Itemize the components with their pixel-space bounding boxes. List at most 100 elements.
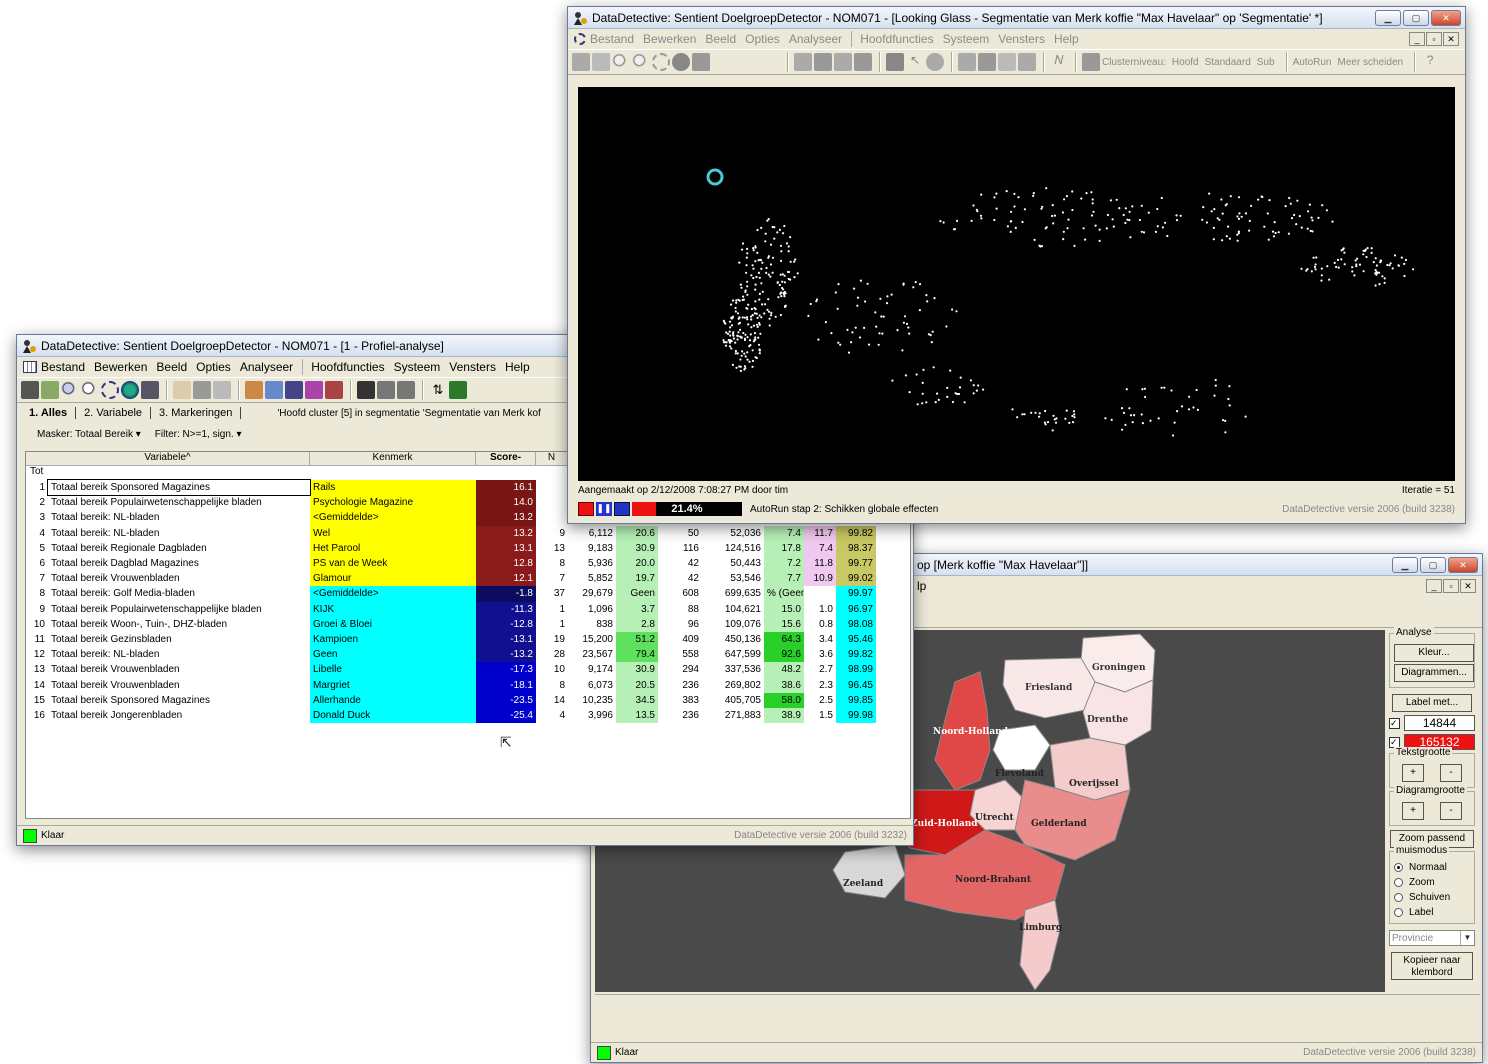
target-icon[interactable] <box>101 381 119 399</box>
table-row[interactable]: 15 Totaal bereik Sponsored Magazines Aller… <box>26 692 910 708</box>
value-field-1[interactable]: 14844 <box>1404 715 1475 731</box>
label-met-button[interactable]: Label met... <box>1392 694 1472 712</box>
mdi-close-button[interactable]: ✕ <box>1460 579 1476 593</box>
menu-hoofdfuncties[interactable]: Hoofdfuncties <box>860 32 933 46</box>
mdi-restore-button[interactable]: ▫ <box>1443 579 1459 593</box>
maximize-button[interactable]: ▢ <box>1403 9 1429 26</box>
export-icon[interactable] <box>41 381 59 399</box>
stop-button[interactable] <box>578 502 594 516</box>
table-row[interactable]: 14 Totaal bereik Vrouwenbladen Margriet -18… <box>26 677 910 693</box>
text-size-plus-button[interactable]: + <box>1402 764 1424 782</box>
mdi-close-button[interactable]: ✕ <box>1443 32 1459 46</box>
menu-beeld[interactable]: Beeld <box>156 360 187 374</box>
tab-variabele[interactable]: 2. Variabele <box>84 407 152 419</box>
mode-label-radio[interactable]: Label <box>1394 905 1470 920</box>
print-icon[interactable] <box>572 53 590 71</box>
cluster-icon[interactable] <box>1082 53 1100 71</box>
search-icon[interactable] <box>612 53 630 71</box>
header-n[interactable]: N <box>536 452 568 465</box>
tool-icon-c[interactable] <box>834 53 852 71</box>
filter-icon-1[interactable] <box>377 381 395 399</box>
table-row[interactable]: 16 Totaal bereik Jongerenbladen Donald Duc… <box>26 707 910 723</box>
tool-icon-5[interactable] <box>325 381 343 399</box>
close-button[interactable]: ✕ <box>1431 9 1461 26</box>
tool-icon-e[interactable] <box>886 53 904 71</box>
mask-dropdown[interactable]: Masker: Totaal Bereik ▾ <box>37 429 141 440</box>
diagram-size-plus-button[interactable]: + <box>1402 802 1424 820</box>
tool-icon-3[interactable] <box>285 381 303 399</box>
tool-icon-a[interactable] <box>794 53 812 71</box>
tool-icon-1[interactable] <box>245 381 263 399</box>
diagram-size-minus-button[interactable]: - <box>1440 802 1462 820</box>
step-button[interactable] <box>614 502 630 516</box>
target-icon[interactable] <box>652 53 670 71</box>
menu-systeem[interactable]: Systeem <box>943 32 990 46</box>
print-icon[interactable] <box>21 381 39 399</box>
cluster-standaard-button[interactable]: Standaard <box>1205 57 1251 68</box>
tool-icon-g[interactable] <box>978 53 996 71</box>
checkbox-val1[interactable]: ✓ <box>1389 717 1400 729</box>
menu-bestand[interactable]: Bestand <box>41 360 85 374</box>
cluster-hoofd-button[interactable]: Hoofd <box>1172 57 1199 68</box>
minimize-button[interactable]: ▁ <box>1375 9 1401 26</box>
tool-icon-4[interactable] <box>305 381 323 399</box>
menu-bewerken[interactable]: Bewerken <box>643 32 696 46</box>
close-button[interactable]: ✕ <box>1448 556 1478 573</box>
table-row[interactable]: 5 Totaal bereik Regionale Dagbladen Het Pa… <box>26 540 910 556</box>
table-row[interactable]: 11 Totaal bereik Gezinsbladen Kampioen -13.… <box>26 631 910 648</box>
table-row[interactable]: 7 Totaal bereik Vrouwenbladen Glamour 12.1 7… <box>26 571 910 587</box>
pointer-icon[interactable]: ↖ <box>906 53 924 71</box>
menu-help-fragment[interactable]: lp <box>917 579 926 593</box>
people-icon[interactable] <box>141 381 159 399</box>
tool-icon-f[interactable] <box>958 53 976 71</box>
tab-alles[interactable]: 1. Alles <box>29 407 77 419</box>
mdi-minimize-button[interactable]: _ <box>1409 32 1425 46</box>
magnifier-icon[interactable] <box>926 53 944 71</box>
menu-systeem[interactable]: Systeem <box>394 360 441 374</box>
table-row[interactable]: 8 Totaal bereik: Golf Media-bladen <Gemidd… <box>26 586 910 602</box>
globe-icon[interactable] <box>121 381 139 399</box>
table-row[interactable]: 9 Totaal bereik Populairwetenschappelijke… <box>26 601 910 617</box>
menu-vensters[interactable]: Vensters <box>998 32 1045 46</box>
people-icon[interactable] <box>692 53 710 71</box>
menu-analyseer[interactable]: Analyseer <box>789 32 842 46</box>
maximize-button[interactable]: ▢ <box>1420 556 1446 573</box>
menu-beeld[interactable]: Beeld <box>705 32 736 46</box>
open-icon[interactable] <box>173 381 191 399</box>
meer-scheiden-button[interactable]: Meer scheiden <box>1337 57 1403 68</box>
minimize-button[interactable]: ▁ <box>1392 556 1418 573</box>
tool-icon-b[interactable] <box>814 53 832 71</box>
cluster-sub-button[interactable]: Sub <box>1257 57 1275 68</box>
print-preview-icon[interactable] <box>193 381 211 399</box>
provincie-select[interactable]: Provincie ▼ <box>1389 930 1475 946</box>
sort-icon[interactable]: ⇅ <box>429 381 447 399</box>
menu-bestand[interactable]: Bestand <box>590 32 634 46</box>
excel-icon[interactable] <box>449 381 467 399</box>
looking-glass-canvas[interactable] <box>578 87 1455 481</box>
checkbox-val2[interactable]: ✓ <box>1389 736 1400 748</box>
globe-icon[interactable] <box>672 53 690 71</box>
pause-button[interactable]: ❚❚ <box>596 502 612 516</box>
text-size-minus-button[interactable]: - <box>1440 764 1462 782</box>
header-score[interactable]: Score- <box>476 452 536 465</box>
table-row[interactable]: 6 Totaal bereik Dagblad Magazines PS van d… <box>26 555 910 572</box>
menu-help[interactable]: Help <box>1054 32 1079 46</box>
menu-bewerken[interactable]: Bewerken <box>94 360 147 374</box>
menu-help[interactable]: Help <box>505 360 530 374</box>
preview-icon[interactable] <box>213 381 231 399</box>
export-icon[interactable] <box>592 53 610 71</box>
autorun-button[interactable]: AutoRun <box>1293 57 1332 68</box>
header-kenmerk[interactable]: Kenmerk <box>310 452 476 465</box>
header-variabele[interactable]: Variabele^ <box>26 452 310 465</box>
menu-opties[interactable]: Opties <box>196 360 231 374</box>
tool-icon-d[interactable] <box>854 53 872 71</box>
zoom-icon[interactable] <box>632 53 650 71</box>
tool-icon-h[interactable] <box>998 53 1016 71</box>
menu-vensters[interactable]: Vensters <box>449 360 496 374</box>
help-icon[interactable]: ? <box>1421 53 1439 71</box>
mode-schuiven-radio[interactable]: Schuiven <box>1394 890 1470 905</box>
tool-icon-j[interactable]: 𝑁 <box>1050 53 1068 71</box>
table-row[interactable]: 10 Totaal bereik Woon-, Tuin-, DHZ-bladen… <box>26 616 910 632</box>
zoom-icon[interactable] <box>81 381 99 399</box>
mode-normaal-radio[interactable]: Normaal <box>1394 860 1470 875</box>
